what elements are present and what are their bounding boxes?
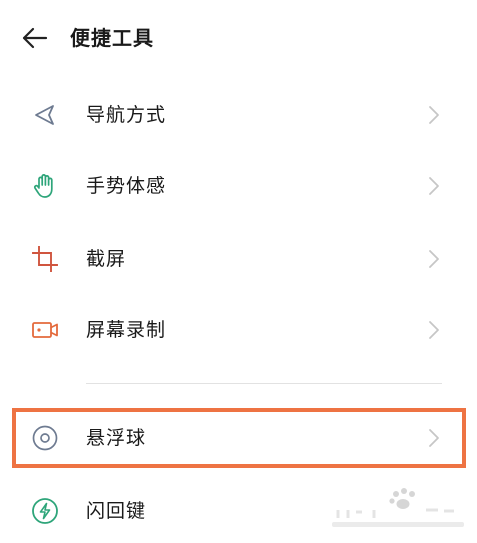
arrow-left-icon [22, 27, 48, 49]
back-button[interactable] [20, 26, 48, 50]
chevron-right-icon [426, 247, 442, 271]
list-item-flashback-key[interactable]: 闪回键 [0, 479, 477, 543]
section-divider [86, 383, 442, 384]
hand-gesture-icon [30, 171, 60, 201]
list-item-label: 导航方式 [86, 104, 167, 126]
chevron-right-icon [426, 426, 442, 450]
list-item-label: 屏幕录制 [86, 319, 167, 341]
video-record-icon [30, 315, 60, 345]
list-item-navigation-mode[interactable]: 导航方式 [0, 83, 477, 147]
top-bar: 便捷工具 [0, 0, 477, 76]
chevron-right-icon [426, 174, 442, 198]
flashback-lightning-icon [30, 496, 60, 526]
page-title: 便捷工具 [70, 26, 154, 50]
list-item-label: 手势体感 [86, 175, 167, 197]
list-item-label: 截屏 [86, 248, 127, 270]
chevron-right-icon [426, 103, 442, 127]
list-item-label: 闪回键 [86, 500, 147, 522]
list-item-label: 悬浮球 [86, 427, 147, 449]
chevron-right-icon [426, 318, 442, 342]
crop-screenshot-icon [30, 244, 60, 274]
list-item-gesture-motion[interactable]: 手势体感 [0, 154, 477, 218]
list-item-screenshot[interactable]: 截屏 [0, 227, 477, 291]
floating-ball-icon [30, 423, 60, 453]
list-item-floating-ball[interactable]: 悬浮球 [0, 406, 477, 470]
list-item-screen-recording[interactable]: 屏幕录制 [0, 298, 477, 362]
navigation-triangle-icon [30, 100, 60, 130]
